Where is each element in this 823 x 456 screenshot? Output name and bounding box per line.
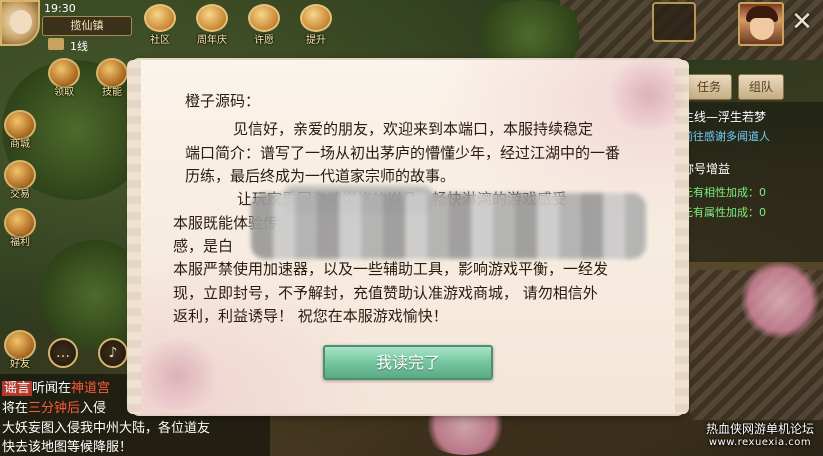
- quest-panel[interactable]: 主线—浮生若梦 前往感谢多闻道人 称号增益 元有相性加成：0 元有属性加成：0: [682, 102, 823, 262]
- quest-bonus: 元有属性加成：0: [682, 206, 766, 219]
- announcement-text: 现，立即封号，不予解封，充值赞助认准游戏商城， 请勿相信外: [173, 284, 598, 302]
- quest-title: 主线—浮生若梦: [682, 110, 767, 124]
- event-badge[interactable]: [652, 2, 696, 42]
- upgrade-button[interactable]: 提升: [294, 2, 338, 46]
- chat-line: 快去该地图等候降服！: [2, 440, 133, 455]
- wish-button[interactable]: 许愿: [242, 2, 286, 46]
- chat-line: 谣言 听闻在神道宫: [2, 381, 111, 396]
- character-portrait[interactable]: [738, 2, 784, 46]
- quest-objective: 前往感谢多闻道人: [682, 130, 770, 143]
- line-label[interactable]: 1线: [70, 38, 88, 54]
- reward-button[interactable]: 领取: [44, 58, 84, 98]
- confirm-read-button[interactable]: 我读完了: [323, 345, 493, 380]
- quest-bonus: 元有相性加成：0: [682, 186, 766, 199]
- redacted-area: [251, 193, 646, 259]
- upgrade-icon: [300, 4, 332, 32]
- guild-button[interactable]: 社区: [138, 2, 182, 46]
- clock: 19:30: [44, 1, 76, 15]
- portrait-face: [750, 18, 774, 40]
- tab-team[interactable]: 组队: [738, 74, 785, 100]
- microphone-icon[interactable]: ♪: [98, 338, 128, 368]
- announcement-text: 感，是白: [173, 237, 234, 255]
- status-bar: 19:30: [0, 0, 150, 16]
- mall-button[interactable]: 商城: [0, 110, 40, 150]
- announcement-text: 本服严禁使用加速器，以及一些辅助工具，影响游戏平衡，一经发: [173, 260, 609, 278]
- server-name[interactable]: 揽仙镇: [42, 16, 132, 36]
- guild-icon: [144, 4, 176, 32]
- quest-tabs: 任务 组队: [686, 74, 785, 100]
- trade-button[interactable]: 交易: [0, 160, 40, 200]
- close-icon[interactable]: ✕: [788, 8, 816, 36]
- chat-line: 将在三分钟后入侵: [2, 401, 107, 416]
- blossom-branch: [603, 60, 693, 130]
- announcement-title: 橙子源码：: [185, 92, 261, 110]
- welfare-button[interactable]: 福利: [0, 208, 40, 248]
- chat-icon[interactable]: …: [48, 338, 78, 368]
- chat-line: 大妖妄图入侵我中州大陆，各位道友: [2, 421, 211, 436]
- announcement-text: 见信好，亲爱的朋友，欢迎来到本端口，本服持续稳定: [233, 120, 594, 138]
- watermark: 热血侠网游单机论坛 www.rexuexia.com: [705, 422, 814, 448]
- lantern-icon: [248, 4, 280, 32]
- announcement-text: 历练，最后终成为一代道家宗师的故事。: [185, 167, 456, 185]
- announcement-text: 返利，利益诱导！ 祝您在本服游戏愉快！: [173, 307, 448, 325]
- announcement-text: 端口简介：谱写了一场从初出茅庐的懵懂少年，经过江湖中的一番: [185, 144, 621, 162]
- anniversary-icon: [196, 4, 228, 32]
- announcement-dialog: 橙子源码： 见信好，亲爱的朋友，欢迎来到本端口，本服持续稳定 端口简介：谱写了一…: [127, 60, 693, 414]
- blossom-branch: [133, 340, 223, 410]
- line-icon: [48, 38, 64, 50]
- skill-button[interactable]: 技能: [92, 58, 132, 98]
- blossom: [740, 260, 820, 340]
- friend-button[interactable]: 好友: [0, 330, 40, 370]
- activity-icons: 社区 周年庆 许愿 提升: [138, 2, 338, 46]
- quest-title-buff: 称号增益: [682, 162, 731, 176]
- anniversary-button[interactable]: 周年庆: [190, 2, 234, 46]
